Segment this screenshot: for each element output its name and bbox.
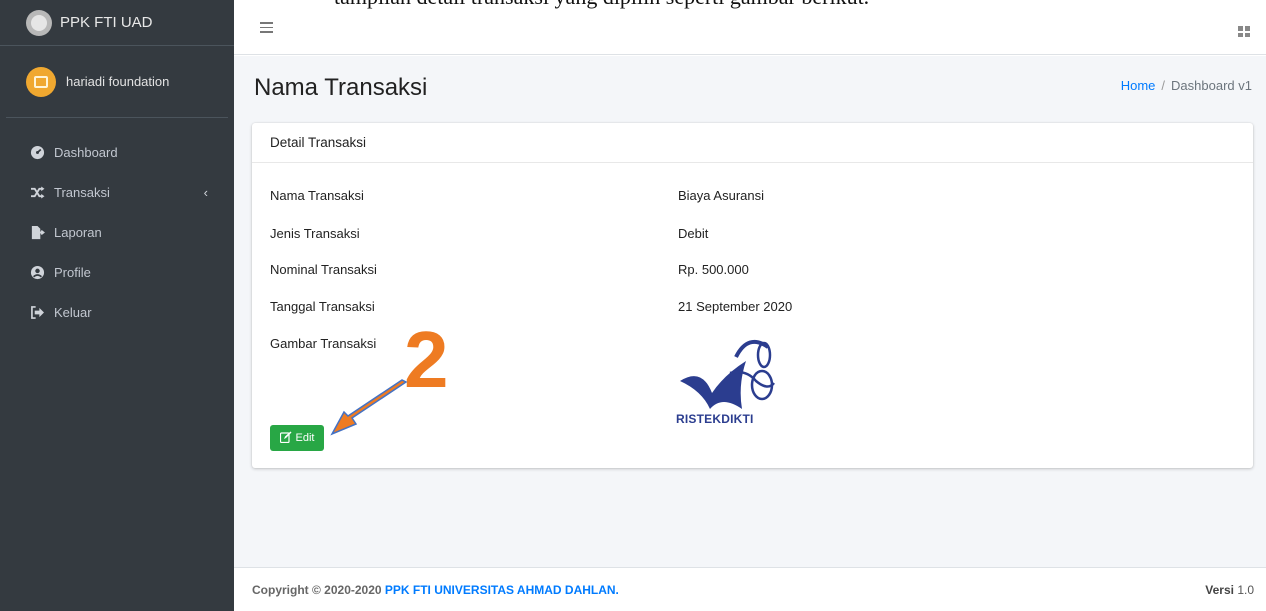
sidebar: PPK FTI UAD hariadi foundation Dashboard… [0,0,234,611]
sidebar-nav: Dashboard Transaksi ‹ Laporan Profile Ke… [0,132,234,332]
breadcrumb-home-link[interactable]: Home [1121,78,1156,93]
sidebar-item-label: Profile [54,264,91,280]
avatar [26,66,56,97]
user-panel[interactable]: hariadi foundation [6,46,228,118]
sign-out-icon [28,305,46,319]
user-circle-icon [28,265,46,280]
sidebar-item-label: Keluar [54,304,92,320]
sidebar-item-label: Laporan [54,224,102,240]
edit-button-label: Edit [295,432,315,444]
sidebar-item-laporan[interactable]: Laporan [0,212,234,252]
shuffle-icon [28,185,46,199]
sidebar-item-dashboard[interactable]: Dashboard [0,132,234,172]
breadcrumb: Home / Dashboard v1 [1120,78,1252,93]
document-caption: tampilan detail transaksi yang dipilih s… [234,0,1266,10]
detail-label: Nama Transaksi [270,188,364,203]
sidebar-item-label: Transaksi [54,184,110,200]
sidebar-item-profile[interactable]: Profile [0,252,234,292]
file-export-icon [28,225,46,240]
transaction-image: RISTEKDIKTI [676,329,776,426]
detail-value: Rp. 500.000 [678,262,749,277]
brand-logo-icon [26,9,52,36]
sidebar-item-transaksi[interactable]: Transaksi ‹ [0,172,234,212]
top-navbar [234,10,1266,55]
detail-value: Debit [678,226,709,241]
chevron-left-icon[interactable]: ‹ [204,185,208,200]
detail-value: 21 September 2020 [678,299,793,314]
sidebar-item-label: Dashboard [54,144,118,160]
detail-label: Tanggal Transaksi [270,299,375,314]
logo-text: RISTEKDIKTI [676,412,754,426]
menu-toggle-icon[interactable] [260,22,273,36]
version-text: Versi 1.0 [1205,583,1254,597]
detail-value: Biaya Asuransi [678,188,764,203]
footer: Copyright © 2020-2020 PPK FTI UNIVERSITA… [234,567,1266,611]
card-title: Detail Transaksi [252,123,1253,163]
ristekdikti-logo-icon [680,339,775,409]
footer-brand-link[interactable]: PPK FTI UNIVERSITAS AHMAD DAHLAN. [385,583,619,597]
sidebar-item-keluar[interactable]: Keluar [0,292,234,332]
detail-label: Gambar Transaksi [270,336,377,351]
dashboard-icon [28,145,46,160]
apps-grid-icon[interactable] [1238,26,1250,37]
user-name[interactable]: hariadi foundation [66,74,169,89]
detail-label: Nominal Transaksi [270,262,377,277]
edit-icon [279,431,292,446]
breadcrumb-current: Dashboard v1 [1171,78,1252,93]
edit-button[interactable]: Edit [270,425,324,451]
content-wrapper: Nama Transaksi Home / Dashboard v1 Detail … [234,56,1266,567]
detail-label: Jenis Transaksi [270,226,360,241]
copyright-text: Copyright © 2020-2020 PPK FTI UNIVERSITA… [252,583,619,597]
annotation-arrow-icon [330,379,408,436]
page-title: Nama Transaksi [254,74,428,101]
brand-title: PPK FTI UAD [60,14,153,31]
brand-link[interactable]: PPK FTI UAD [0,0,234,46]
